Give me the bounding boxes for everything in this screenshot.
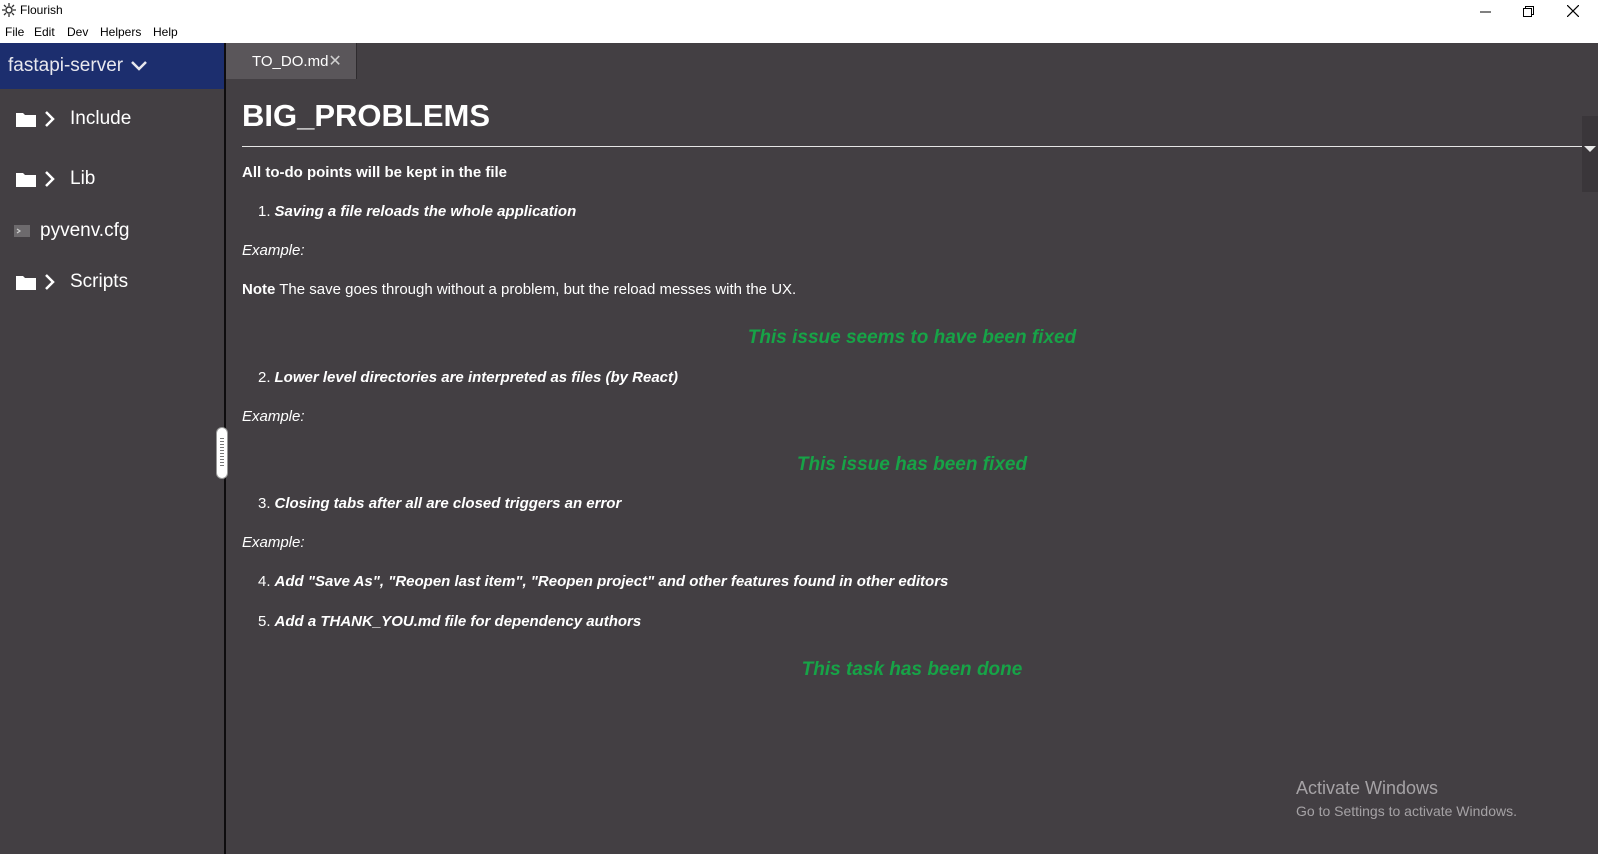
note-text: The save goes through without a problem,…	[279, 281, 797, 298]
scroll-down-arrow-icon[interactable]	[1584, 146, 1596, 152]
sidebar-item-include[interactable]: Include	[0, 101, 131, 137]
list-number: 4.	[258, 573, 271, 590]
window-title: Flourish	[20, 3, 63, 17]
minimize-button[interactable]	[1462, 0, 1508, 22]
app-logo-icon	[2, 3, 16, 17]
list-item-text: Add a THANK_YOU.md file for dependency a…	[274, 613, 642, 630]
status-text: This issue has been fixed	[796, 454, 1028, 475]
list-item: 5. Add a THANK_YOU.md file for dependency…	[258, 613, 641, 630]
scrollbar[interactable]	[1582, 116, 1598, 192]
example-label: Example:	[242, 408, 305, 425]
list-item-text: Add "Save As", "Reopen last item", "Reop…	[274, 573, 949, 590]
status-text: This task has been done	[801, 659, 1023, 680]
project-selector[interactable]: fastapi-server	[0, 43, 224, 89]
list-item: 1. Saving a file reloads the whole applic…	[258, 203, 576, 220]
folder-icon	[16, 173, 36, 187]
chevron-right-icon	[45, 171, 55, 187]
watermark-subtitle: Go to Settings to activate Windows.	[1296, 803, 1517, 819]
example-label: Example:	[242, 534, 305, 551]
example-label: Example:	[242, 242, 305, 259]
menu-dev[interactable]: Dev	[67, 25, 88, 39]
chevron-down-icon	[131, 61, 147, 71]
list-item: 3. Closing tabs after all are closed trig…	[258, 495, 621, 512]
file-explorer-sidebar: fastapi-server Include Lib pyvenv.cfg Sc…	[0, 43, 226, 854]
sidebar-item-label: pyvenv.cfg	[40, 220, 130, 241]
sidebar-item-scripts[interactable]: Scripts	[0, 264, 128, 300]
menu-bar: File Edit Dev Helpers Help	[0, 22, 1598, 43]
restore-button[interactable]	[1505, 0, 1551, 22]
close-icon	[1567, 5, 1579, 17]
page-title: BIG_PROBLEMS	[242, 98, 491, 133]
list-number: 3.	[258, 495, 271, 512]
chevron-right-icon	[45, 111, 55, 127]
title-bar: Flourish	[0, 0, 1598, 22]
note-paragraph: Note The save goes through without a pro…	[242, 281, 796, 298]
folder-icon	[16, 276, 36, 290]
sidebar-item-lib[interactable]: Lib	[0, 161, 95, 197]
status-text: This issue seems to have been fixed	[747, 327, 1077, 348]
intro-text: All to-do points will be kept in the fil…	[242, 164, 507, 181]
project-name: fastapi-server	[8, 55, 124, 76]
heading-divider	[242, 146, 1582, 147]
menu-edit[interactable]: Edit	[34, 25, 55, 39]
menu-helpers[interactable]: Helpers	[100, 25, 141, 39]
menu-file[interactable]: File	[5, 25, 24, 39]
list-number: 2.	[258, 369, 271, 386]
list-item: 2. Lower level directories are interprete…	[258, 369, 678, 386]
grip-icon	[220, 438, 224, 468]
sidebar-item-label: Scripts	[70, 271, 129, 292]
markdown-preview: BIG_PROBLEMS All to-do points will be ke…	[242, 80, 1582, 854]
restore-icon	[1522, 5, 1534, 17]
tab-bar: TO_DO.md ✕	[226, 43, 1598, 79]
list-item-text: Lower level directories are interpreted …	[274, 369, 679, 386]
note-label: Note	[242, 281, 276, 298]
activation-watermark: Activate Windows Go to Settings to activ…	[1296, 778, 1517, 819]
menu-help[interactable]: Help	[153, 25, 178, 39]
tab-label: TO_DO.md	[252, 52, 329, 70]
list-number: 5.	[258, 613, 271, 630]
config-file-icon	[14, 225, 30, 237]
folder-icon	[16, 113, 36, 127]
list-item: 4. Add "Save As", "Reopen last item", "Re…	[258, 573, 948, 590]
list-number: 1.	[258, 203, 271, 220]
sidebar-item-label: Include	[70, 108, 132, 129]
tab-to-do-md[interactable]: TO_DO.md ✕	[226, 43, 357, 79]
close-window-button[interactable]	[1550, 0, 1596, 22]
watermark-title: Activate Windows	[1296, 778, 1439, 798]
minimize-icon	[1479, 11, 1491, 12]
tab-close-icon[interactable]: ✕	[328, 51, 341, 71]
sidebar-item-pyvenv-cfg[interactable]: pyvenv.cfg	[0, 213, 129, 249]
list-item-text: Saving a file reloads the whole applicat…	[274, 203, 577, 220]
list-item-text: Closing tabs after all are closed trigge…	[274, 495, 622, 512]
sidebar-resize-handle[interactable]	[217, 428, 227, 478]
chevron-right-icon	[45, 274, 55, 290]
sidebar-item-label: Lib	[70, 168, 96, 189]
